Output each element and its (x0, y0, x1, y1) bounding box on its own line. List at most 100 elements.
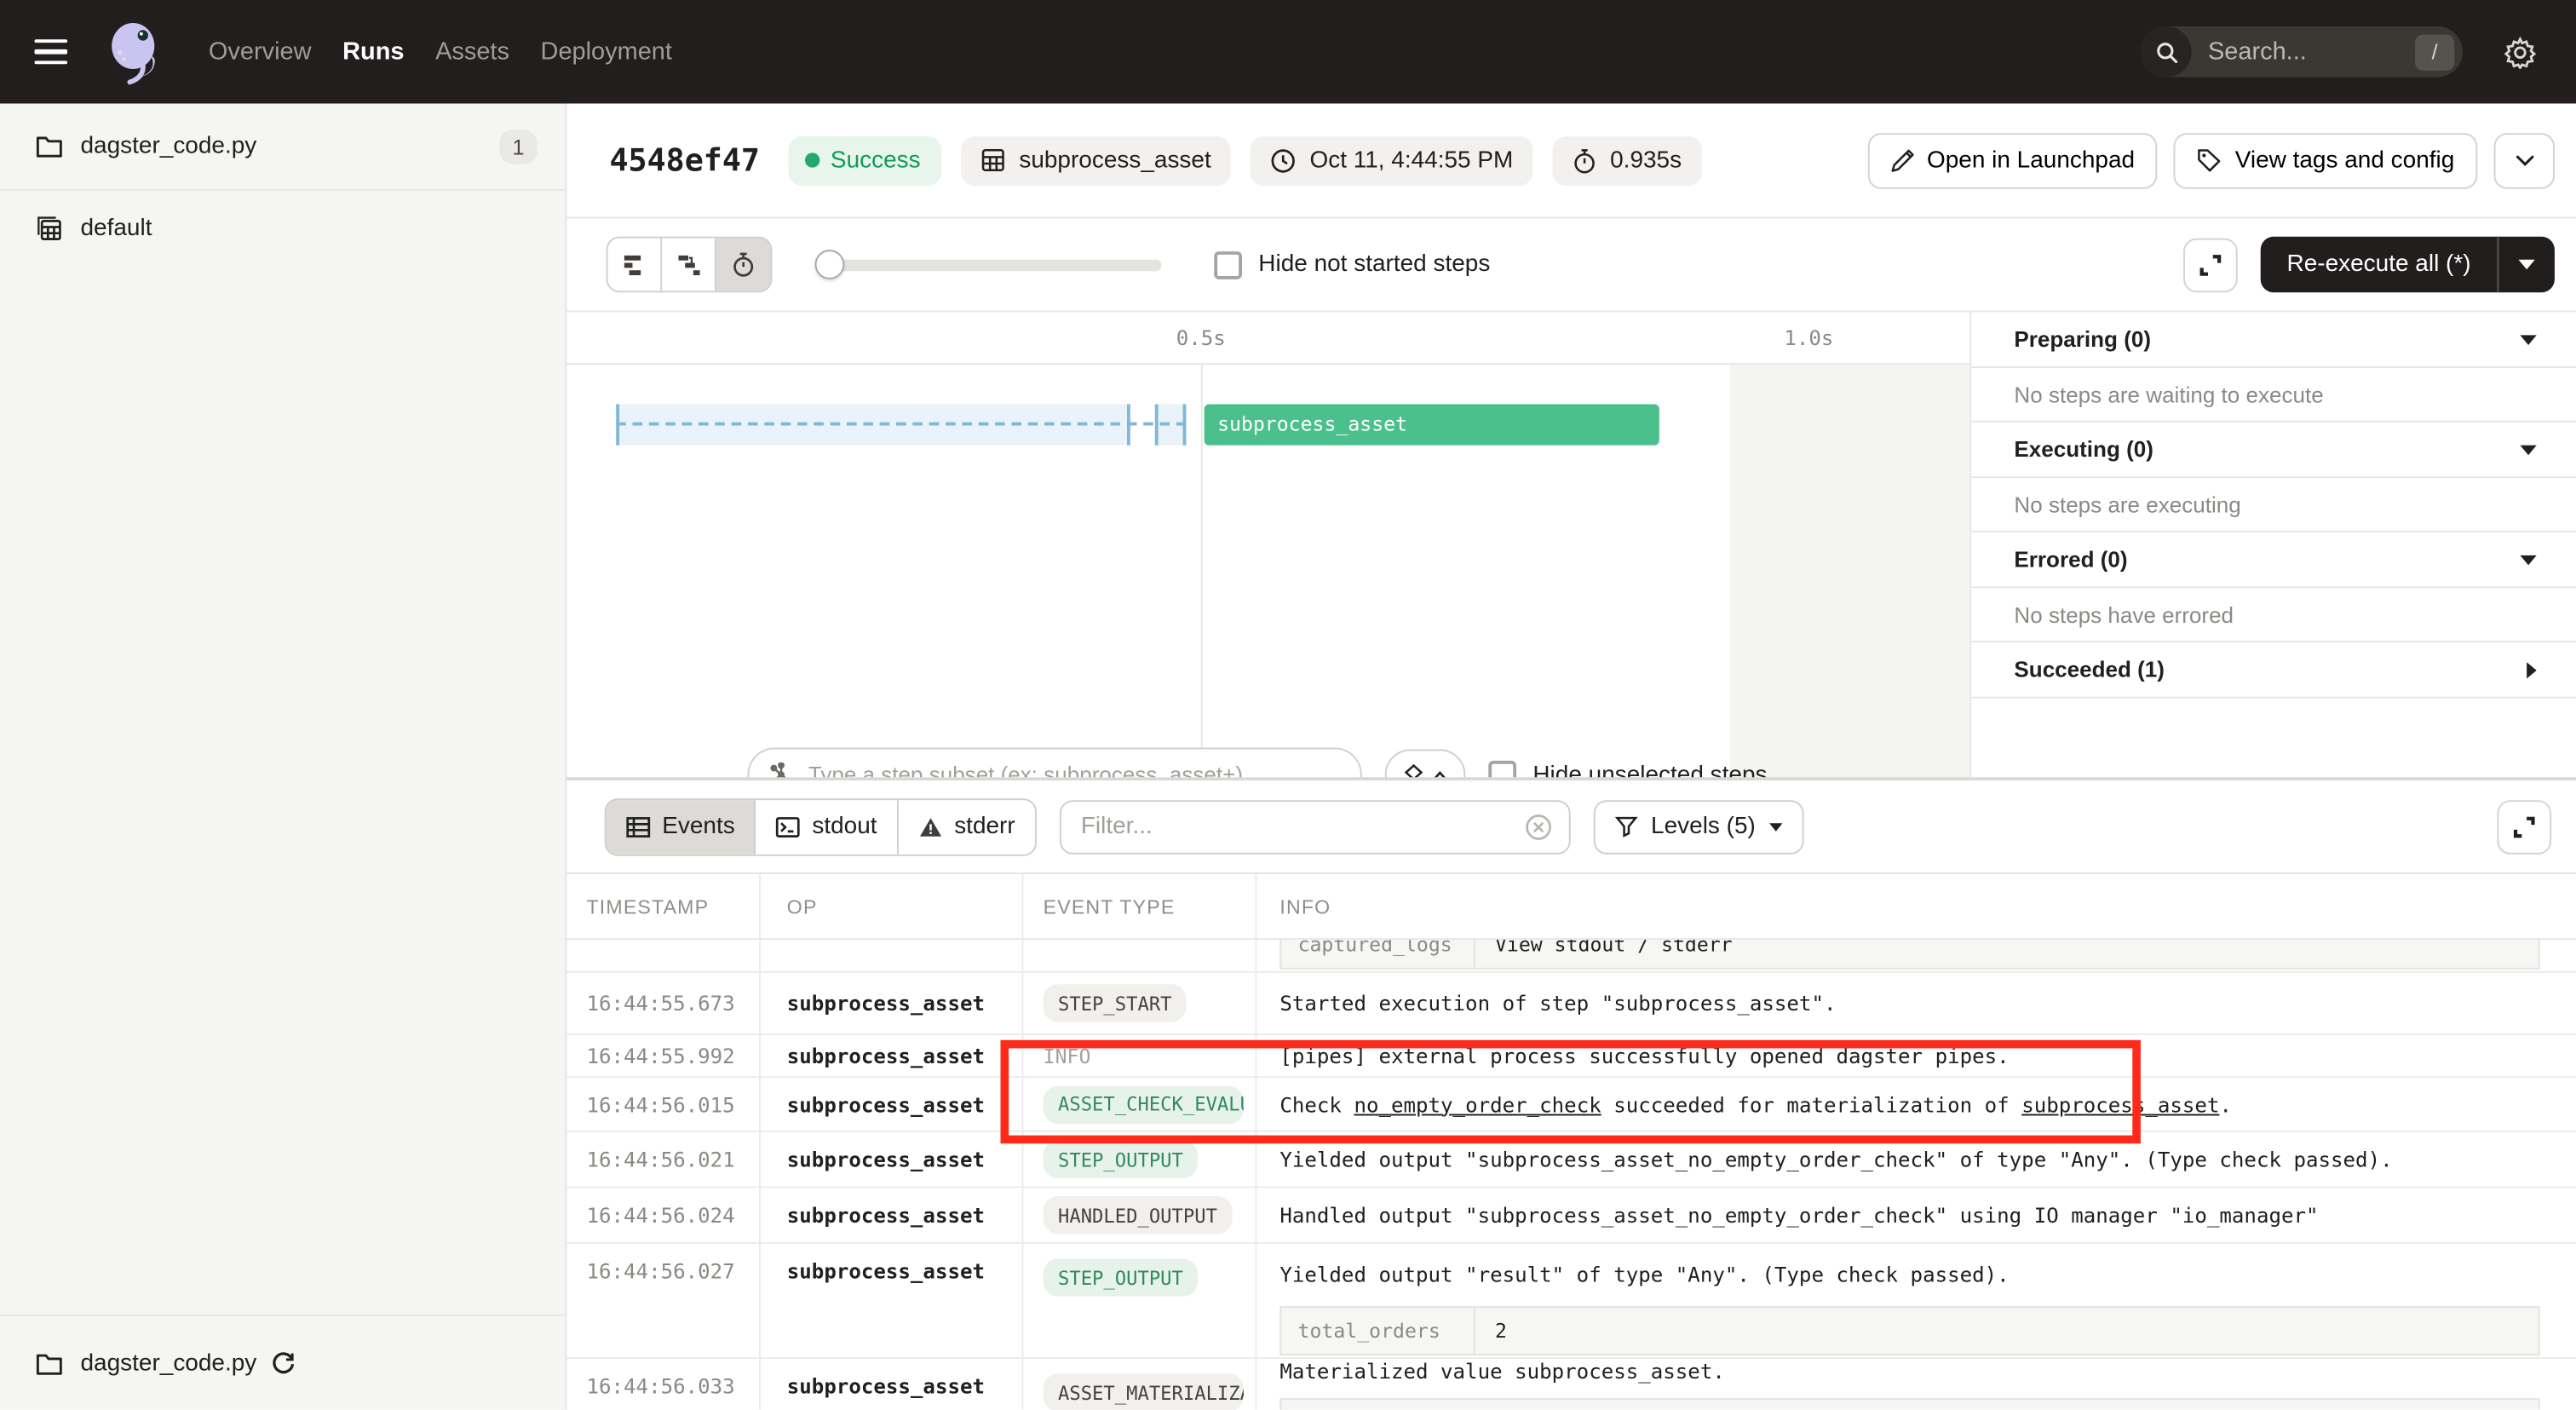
expand-icon (2512, 814, 2537, 839)
gantt-gridline (1201, 365, 1203, 777)
event-info: Handled output "subprocess_asset_no_empt… (1279, 1203, 2318, 1228)
event-info: Check no_empty_order_check succeeded for… (1279, 1092, 2232, 1117)
view-tags-config-button[interactable]: View tags and config (2174, 132, 2477, 188)
metadata-value-link[interactable]: View stdout / stderr (1475, 940, 2539, 968)
axis-tick: 1.0s (1784, 325, 1833, 350)
event-op: subprocess_asset (787, 1258, 985, 1283)
hamburger-menu-icon[interactable] (34, 32, 67, 71)
event-type-badge[interactable]: STEP_OUTPUT (1044, 1258, 1199, 1296)
step-subset-input[interactable]: Type a step subset (ex: subprocess_asset… (747, 747, 1361, 777)
gantt-zoom-slider[interactable] (816, 250, 1161, 279)
nav-assets[interactable]: Assets (435, 37, 509, 66)
table-row[interactable]: 16:44:56.033 subprocess_asset ASSET_MATE… (566, 1359, 2576, 1410)
run-target-chip[interactable]: subprocess_asset (962, 135, 1231, 185)
clear-filter-icon[interactable] (1525, 813, 1553, 841)
zoom-to-fit-button[interactable] (1385, 749, 1465, 777)
event-op: subprocess_asset (787, 1044, 985, 1068)
levels-filter-button[interactable]: Levels (5) (1594, 799, 1803, 854)
collapse-icon (2520, 334, 2536, 344)
nav-overview[interactable]: Overview (209, 37, 312, 66)
search-input[interactable]: Search... / (2141, 26, 2463, 78)
status-section-preparing[interactable]: Preparing (0) (1971, 312, 2576, 368)
gantt-time-axis: 0.5s 1.0s (566, 312, 1969, 365)
event-type-plain: INFO (1044, 1045, 1091, 1068)
step-status-panel: Preparing (0) No steps are waiting to ex… (1969, 312, 2576, 777)
view-mode-waterfall-button[interactable] (662, 239, 716, 291)
gantt-toolbar: Hide not started steps Re-execute all (*… (566, 218, 2576, 312)
open-in-launchpad-button[interactable]: Open in Launchpad (1868, 132, 2159, 188)
code-location-name: dagster_code.py (80, 133, 256, 159)
reload-icon[interactable] (272, 1350, 296, 1375)
status-dot (804, 153, 819, 167)
nav-runs[interactable]: Runs (342, 37, 404, 66)
check-name-link[interactable]: no_empty_order_check (1354, 1092, 1601, 1117)
funnel-icon (1615, 815, 1638, 838)
reexecute-dropdown-button[interactable] (2498, 260, 2555, 270)
waterfall-icon (676, 252, 701, 277)
event-op: subprocess_asset (787, 991, 985, 1016)
axis-tick: 0.5s (1176, 325, 1226, 350)
expand-icon (2198, 252, 2222, 277)
event-type-badge[interactable]: STEP_START (1044, 984, 1187, 1022)
event-timestamp: 16:44:56.027 (586, 1258, 734, 1283)
event-op: subprocess_asset (787, 1147, 985, 1171)
sidebar-code-location[interactable]: dagster_code.py 1 (0, 103, 565, 190)
reexecute-all-button[interactable]: Re-execute all (*) (2261, 251, 2498, 278)
top-nav: Overview Runs Assets Deployment Search..… (0, 0, 2576, 103)
table-row[interactable]: 16:44:56.021 subprocess_asset STEP_OUTPU… (566, 1132, 2576, 1188)
events-table-icon (626, 816, 651, 837)
asset-link[interactable]: subprocess_asset (2021, 1092, 2219, 1117)
table-row[interactable]: 16:44:56.027 subprocess_asset STEP_OUTPU… (566, 1244, 2576, 1359)
main-content: 4548ef47 Success subprocess_asset Oct 11… (566, 103, 2576, 1409)
tag-icon (2197, 148, 2222, 173)
event-op: subprocess_asset (787, 1092, 985, 1117)
event-type-badge[interactable]: ASSET_MATERIALIZAT… (1044, 1373, 1244, 1409)
status-section-errored[interactable]: Errored (0) (1971, 532, 2576, 589)
hide-unselected-checkbox[interactable] (1488, 761, 1516, 777)
collapse-icon (2520, 445, 2536, 455)
tab-stderr[interactable]: stderr (899, 799, 1035, 854)
slider-knob[interactable] (815, 250, 845, 279)
view-mode-timed-button[interactable] (716, 239, 771, 291)
logs-fullscreen-button[interactable] (2497, 799, 2551, 854)
event-type-badge[interactable]: STEP_OUTPUT (1044, 1140, 1199, 1177)
stopwatch-icon (731, 251, 756, 278)
event-type-badge[interactable]: HANDLED_OUTPUT (1044, 1196, 1233, 1234)
gear-icon[interactable] (2504, 35, 2537, 68)
run-start-time-chip: Oct 11, 4:44:55 PM (1251, 135, 1532, 185)
gantt-step-bar[interactable]: subprocess_asset (1205, 404, 1659, 445)
table-row[interactable]: 16:44:55.992 subprocess_asset INFO [pipe… (566, 1035, 2576, 1078)
folder-icon (36, 1351, 62, 1374)
status-section-succeeded[interactable]: Succeeded (1) (1971, 642, 2576, 699)
collapse-icon (2520, 555, 2536, 565)
gantt-view-mode-group (607, 237, 773, 293)
status-section-executing[interactable]: Executing (0) (1971, 423, 2576, 479)
run-status-badge[interactable]: Success (788, 135, 942, 185)
log-tabs: Events stdout stderr (605, 797, 1037, 855)
event-type-badge[interactable]: ASSET_CHECK_EVALUA… (1044, 1085, 1244, 1123)
events-table-header: TIMESTAMP OP EVENT TYPE INFO (566, 874, 2576, 940)
view-mode-flat-button[interactable] (608, 239, 663, 291)
event-info: Yielded output "result" of type "Any". (… (1279, 1261, 2559, 1286)
hide-not-started-checkbox[interactable] (1214, 250, 1242, 279)
table-row[interactable]: 16:44:56.024 subprocess_asset HANDLED_OU… (566, 1188, 2576, 1244)
log-filter-input[interactable]: Filter... (1060, 799, 1571, 854)
nav-deployment[interactable]: Deployment (541, 37, 672, 66)
tab-stdout[interactable]: stdout (756, 799, 899, 854)
table-row[interactable]: 16:44:56.015 subprocess_asset ASSET_CHEC… (566, 1078, 2576, 1132)
tab-events[interactable]: Events (607, 799, 756, 854)
dagster-logo[interactable] (102, 19, 168, 84)
table-row[interactable]: 16:44:55.673 subprocess_asset STEP_START… (566, 973, 2576, 1035)
table-row-partial: captured_logs View stdout / stderr (566, 940, 2576, 973)
job-grid-icon (36, 215, 62, 241)
dagster-run-page: Overview Runs Assets Deployment Search..… (0, 0, 2576, 1410)
code-location-count: 1 (499, 129, 537, 163)
gantt-canvas: subprocess_asset Type a step subset (ex:… (566, 365, 1969, 777)
run-actions-dropdown-button[interactable] (2494, 132, 2555, 188)
run-header: 4548ef47 Success subprocess_asset Oct 11… (566, 103, 2576, 218)
search-shortcut-badge: / (2415, 34, 2454, 70)
sidebar-item-default-job[interactable]: default (0, 191, 565, 265)
job-name: default (80, 215, 152, 241)
gantt-fullscreen-button[interactable] (2183, 238, 2238, 292)
event-info: Started execution of step "subprocess_as… (1279, 991, 1836, 1016)
